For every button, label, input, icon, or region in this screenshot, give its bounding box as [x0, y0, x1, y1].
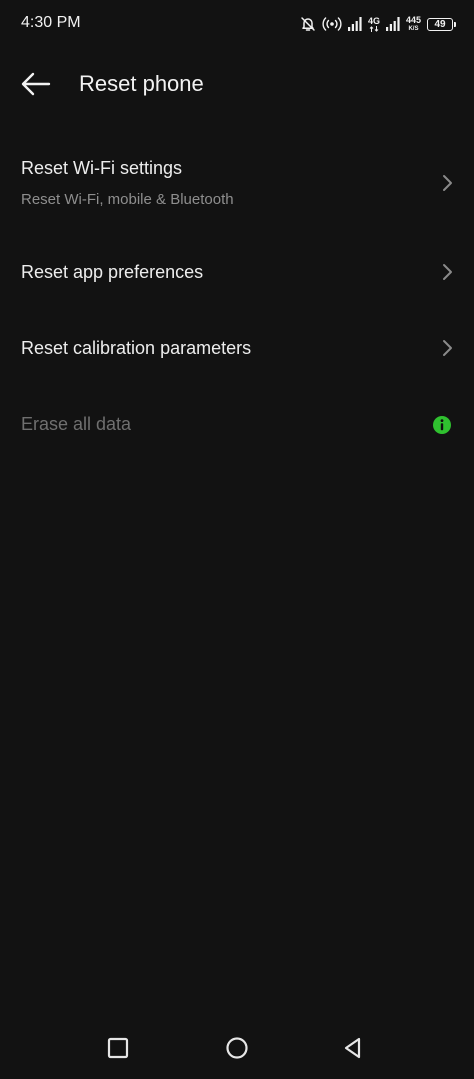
- list-item-reset-wifi[interactable]: Reset Wi-Fi settings Reset Wi-Fi, mobile…: [0, 140, 474, 228]
- back-triangle-icon: [344, 1037, 361, 1059]
- network-speed: 445 K/S: [405, 15, 421, 33]
- navigation-bar: [0, 1022, 474, 1074]
- item-title: Reset Wi-Fi settings: [21, 158, 183, 178]
- hotspot-icon: [322, 16, 342, 32]
- chevron-right-icon: [443, 264, 452, 280]
- home-button[interactable]: [219, 1030, 255, 1066]
- item-title: Erase all data: [21, 414, 132, 434]
- list-item-reset-calibration[interactable]: Reset calibration parameters: [0, 316, 474, 380]
- app-bar: Reset phone: [0, 56, 474, 112]
- speed-value: 445: [405, 15, 421, 25]
- item-title: Reset app preferences: [21, 262, 204, 282]
- bell-off-icon: [300, 16, 316, 32]
- nav-back-button[interactable]: [335, 1030, 371, 1066]
- recents-button[interactable]: [100, 1030, 136, 1066]
- battery-icon: 49: [427, 17, 456, 31]
- signal-4g-icon: [385, 17, 400, 31]
- info-icon[interactable]: [432, 415, 452, 435]
- recents-square-icon: [107, 1037, 129, 1059]
- status-bar: 4:30 PM 4G 445 K/S 49: [0, 0, 474, 48]
- list-item-reset-app-preferences[interactable]: Reset app preferences: [0, 240, 474, 304]
- signal-4g-indicator: 4G: [367, 15, 380, 32]
- status-time: 4:30 PM: [21, 14, 81, 31]
- arrow-left-icon: [21, 72, 51, 96]
- item-title: Reset calibration parameters: [21, 338, 252, 358]
- signal-icon: [347, 17, 362, 31]
- chevron-right-icon: [443, 340, 452, 356]
- back-button[interactable]: [14, 66, 58, 102]
- speed-unit: K/S: [408, 26, 419, 32]
- data-arrows-icon: [369, 25, 379, 32]
- status-icons: 4G 445 K/S 49: [300, 13, 456, 35]
- home-circle-icon: [226, 1037, 248, 1059]
- list-item-erase-all-data[interactable]: Erase all data: [0, 392, 474, 456]
- battery-level: 49: [434, 18, 446, 30]
- chevron-right-icon: [443, 175, 452, 191]
- item-subtitle: Reset Wi-Fi, mobile & Bluetooth: [21, 191, 234, 208]
- page-title: Reset phone: [79, 71, 204, 96]
- network-type-label: 4G: [367, 15, 380, 26]
